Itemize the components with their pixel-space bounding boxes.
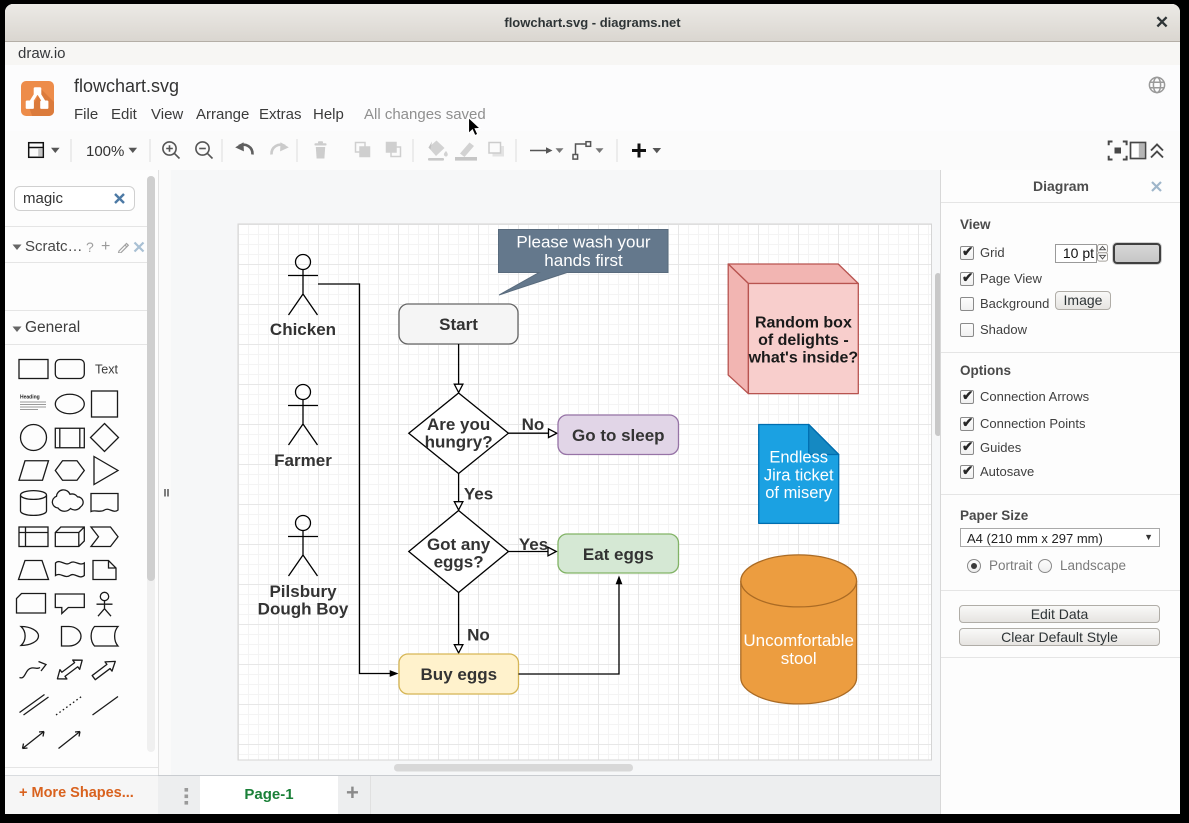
svg-text:what's inside?: what's inside? <box>748 349 859 366</box>
svg-text:Pilsbury: Pilsbury <box>269 582 337 601</box>
svg-text:Uncomfortable: Uncomfortable <box>743 631 854 650</box>
svg-text:Got any: Got any <box>427 535 491 554</box>
svg-text:Farmer: Farmer <box>274 451 332 470</box>
svg-text:eggs?: eggs? <box>434 553 484 572</box>
svg-text:Endless: Endless <box>769 448 828 466</box>
svg-text:Eat eggs: Eat eggs <box>583 545 654 564</box>
svg-text:Please wash your: Please wash your <box>516 233 651 252</box>
svg-text:Buy eggs: Buy eggs <box>421 665 498 684</box>
svg-text:stool: stool <box>781 649 817 668</box>
svg-text:Are you: Are you <box>427 415 490 434</box>
svg-text:Random box: Random box <box>755 314 852 331</box>
svg-text:hungry?: hungry? <box>425 433 493 452</box>
svg-text:Dough Boy: Dough Boy <box>258 600 349 619</box>
svg-text:Go to sleep: Go to sleep <box>572 426 665 445</box>
svg-text:hands first: hands first <box>544 251 623 270</box>
svg-text:Jira ticket: Jira ticket <box>764 466 834 484</box>
svg-text:Start: Start <box>439 315 478 334</box>
svg-text:Yes: Yes <box>464 485 493 504</box>
svg-text:100%: 100% <box>86 143 124 160</box>
svg-text:Chicken: Chicken <box>270 320 336 339</box>
svg-text:Text: Text <box>95 363 118 377</box>
svg-text:No: No <box>522 415 545 434</box>
svg-text:of delights -: of delights - <box>758 332 849 349</box>
svg-text:of misery: of misery <box>765 484 833 502</box>
svg-text:Heading: Heading <box>20 395 40 401</box>
svg-text:No: No <box>467 626 490 645</box>
